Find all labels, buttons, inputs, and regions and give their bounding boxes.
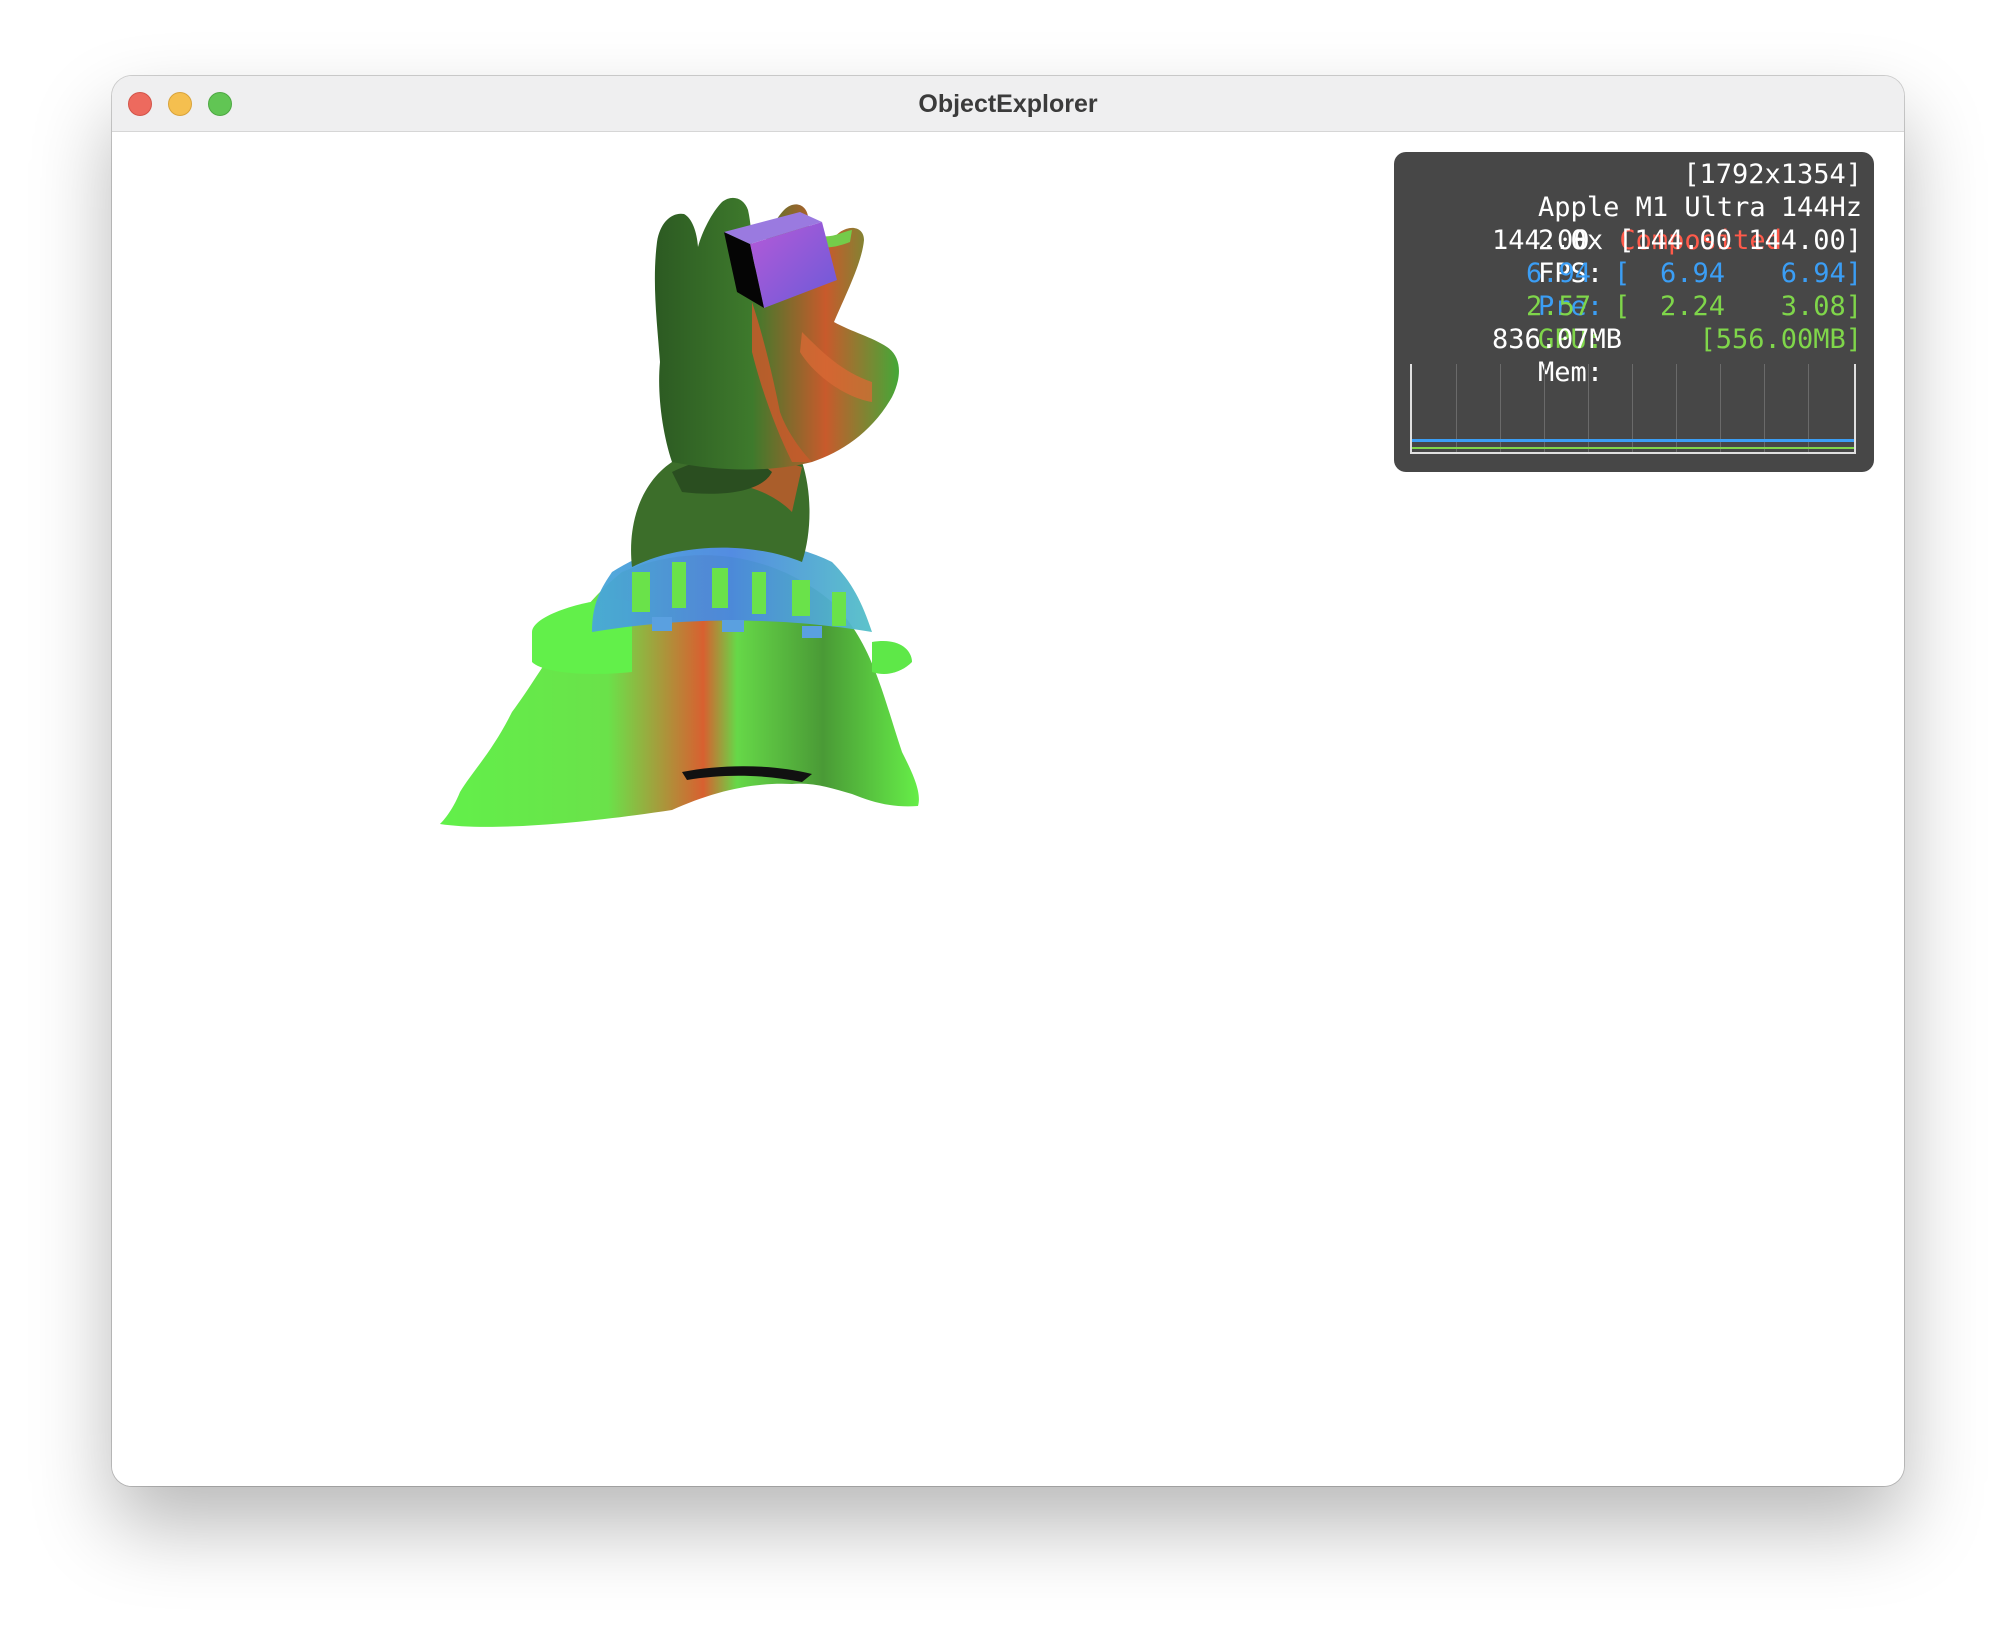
hud-row-fps: FPS: 144.00 [144.00 144.00]	[1408, 224, 1862, 289]
pre-min: 6.94	[1660, 258, 1726, 289]
pre-current: 6.94	[1526, 258, 1592, 289]
hud-row-mode: 2.0x Composited 144Hz	[1408, 191, 1862, 256]
hud-row-gpu: GPU: 2.57 [ 2.24 3.08]	[1408, 290, 1862, 355]
gpu-time-bracket: [	[1614, 291, 1631, 322]
fps-current: 144.00	[1492, 225, 1590, 256]
gpu-time-min: 2.24	[1660, 291, 1726, 322]
graph-series-pre	[1412, 439, 1854, 442]
graph-series-gpu	[1412, 447, 1854, 449]
fps-range: [144.00 144.00]	[1618, 225, 1862, 256]
gpu-time-max: 3.08]	[1780, 291, 1862, 322]
pre-max: 6.94]	[1780, 258, 1862, 289]
render-viewport[interactable]: Apple M1 Ultra [1792x1354] 2.0x Composit…	[112, 132, 1904, 1486]
gpu-time-current: 2.57	[1526, 291, 1592, 322]
app-window: ObjectExplorer Apple M1 Ultra [1792x1354…	[112, 76, 1904, 1486]
hud-row-mem: Mem: 836.07MB [556.00MB]	[1408, 323, 1862, 388]
resolution-readout: [1792x1354]	[1683, 159, 1862, 190]
mem-peak: [556.00MB]	[1699, 324, 1862, 355]
title-bar[interactable]: ObjectExplorer	[112, 76, 1904, 132]
window-title: ObjectExplorer	[918, 90, 1098, 118]
pre-bracket: [	[1614, 258, 1631, 289]
hud-row-pre: Pre: 6.94 [ 6.94 6.94]	[1408, 257, 1862, 322]
hud-row-device: Apple M1 Ultra [1792x1354]	[1408, 158, 1862, 223]
performance-hud: Apple M1 Ultra [1792x1354] 2.0x Composit…	[1394, 152, 1874, 472]
frame-time-graph	[1410, 364, 1856, 454]
mem-current: 836.07MB	[1492, 324, 1623, 355]
refresh-rate: 144Hz	[1780, 192, 1862, 223]
